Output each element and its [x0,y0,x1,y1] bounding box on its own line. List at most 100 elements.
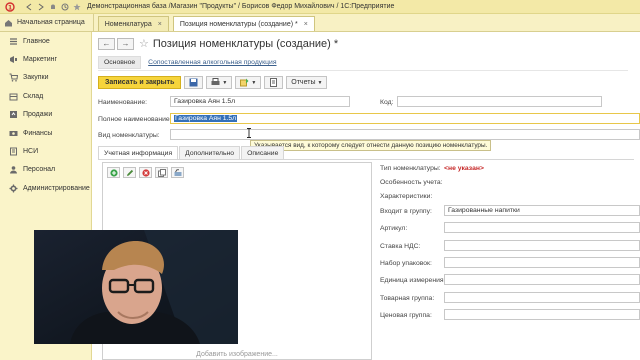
code-label: Код: [380,99,394,106]
tab-alcohol-products[interactable]: Сопоставленная алкогольная продукция [143,56,281,69]
kind-field[interactable] [170,129,640,140]
article-field[interactable] [444,222,640,233]
pencil-icon [126,169,133,176]
close-icon[interactable]: × [158,21,162,28]
price-group-field[interactable] [444,309,640,320]
tab-accounting-info[interactable]: Учетная информация [98,146,179,159]
sidebar-item-marketing[interactable]: Маркетинг [0,50,91,68]
vat-field[interactable] [444,240,640,251]
article-label: Артикул: [380,225,408,232]
packages-field[interactable] [444,257,640,268]
sidebar-item-label: Склад [23,92,44,100]
sales-icon [8,110,18,120]
sidebar-item-main[interactable]: Главное [0,32,91,50]
window-title: Демонстрационная база /Магазин "Продукты… [87,3,395,10]
presenter-video-image [34,230,238,344]
sidebar-item-label: Финансы [23,129,53,137]
delete-icon [141,168,150,177]
goods-group-field[interactable] [444,292,640,303]
sidebar-item-label: Администрирование [23,184,90,192]
type-value[interactable]: <не указан> [444,165,484,172]
page-title: Позиция номенклатуры (создание) * [152,37,339,50]
create-based-on-button[interactable]: ▼ [235,76,262,89]
name-field[interactable]: Газировка Аян 1.5л [170,96,350,107]
home-tab[interactable]: Начальная страница [0,14,94,31]
vat-label: Ставка НДС: [380,243,421,250]
group-label: Входит в группу: [380,208,432,215]
tab-additional[interactable]: Дополнительно [179,146,241,159]
scanner-icon [174,168,181,176]
back-arrow-icon[interactable] [24,2,33,11]
unit-field[interactable] [444,274,640,285]
sidebar-item-admin[interactable]: Администрирование [0,179,91,197]
unit-label: Единица измерения: [380,277,446,284]
favorite-star-icon[interactable]: ☆ [139,37,149,50]
admin-icon [8,183,18,193]
forward-arrow-icon[interactable] [36,2,45,11]
tab-main[interactable]: Основное [98,56,142,69]
sidebar-item-label: Главное [23,37,50,45]
print-button[interactable]: ▼ [206,76,233,89]
marketing-icon [8,55,18,65]
reports-dropdown[interactable]: Отчеты ▼ [286,76,328,89]
reference-icon [8,147,18,157]
copy-image-button[interactable] [155,167,168,178]
packages-label: Набор упаковок: [380,260,432,267]
close-icon[interactable]: × [304,21,308,28]
history-icon[interactable] [60,2,69,11]
name-label: Наименование: [98,99,148,106]
sidebar-item-finance[interactable]: Финансы [0,124,91,142]
title-bar: 1 Демонстрационная база /Магазин "Продук… [0,0,640,14]
delete-image-button[interactable] [139,167,152,178]
sidebar-item-purchases[interactable]: Закупки [0,69,91,87]
staff-icon [8,165,18,175]
code-field[interactable] [397,96,602,107]
back-button[interactable]: ← [98,37,115,50]
open-windows-bar: Начальная страница Номенклатура × Позици… [0,14,640,32]
group-field[interactable]: Газированные напитки [444,205,640,216]
save-button[interactable] [184,76,204,89]
divider [98,159,634,160]
type-label: Тип номенклатуры: [380,165,441,172]
tooltip-text: Указывается вид, к которому следует отне… [254,142,488,149]
tab-nomenclature[interactable]: Номенклатура × [97,16,169,31]
save-icon [189,78,198,87]
forward-button[interactable]: → [117,37,134,50]
edit-image-button[interactable] [123,167,136,178]
copy-icon [157,168,166,177]
menu-icon [8,36,18,46]
attached-files-button[interactable] [264,76,284,89]
full-name-field[interactable]: Газировка Аян 1.5л [170,113,640,124]
name-value: Газировка Аян 1.5л [174,98,236,105]
characteristics-label: Характеристики: [380,193,433,200]
sidebar-item-warehouse[interactable]: Склад [0,87,91,105]
divider [98,70,628,71]
sidebar-item-label: Персонал [23,166,56,174]
tab-label: Позиция номенклатуры (создание) * [179,20,298,28]
home-icon [5,19,12,26]
add-image-button[interactable] [107,167,120,178]
sidebar-item-label: Закупки [23,74,49,82]
full-name-label: Полное наименование: [98,116,172,123]
sidebar-item-sales[interactable]: Продажи [0,106,91,124]
save-and-close-button[interactable]: Записать и закрыть [98,76,182,89]
1c-logo-icon: 1 [4,1,20,13]
scan-image-button[interactable] [171,167,184,178]
price-group-label: Ценовая группа: [380,312,432,319]
sidebar-item-reference[interactable]: НСИ [0,142,91,160]
star-icon[interactable] [72,2,81,11]
reports-label: Отчеты [291,79,316,86]
tab-nomenclature-item-create[interactable]: Позиция номенклатуры (создание) * × [172,16,315,31]
add-icon [109,168,118,177]
bell-icon[interactable] [48,2,57,11]
add-image-link[interactable]: Добавить изображение... [103,351,371,358]
create-based-icon [240,78,249,87]
goods-group-label: Товарная группа: [380,295,435,302]
sidebar-item-staff[interactable]: Персонал [0,161,91,179]
tooltip: Указывается вид, к которому следует отне… [250,140,492,151]
printer-icon [211,78,220,85]
tab-description[interactable]: Описание [241,146,285,159]
finance-icon [8,128,18,138]
sidebar-item-label: НСИ [23,148,39,156]
full-name-value: Газировка Аян 1.5л [174,115,238,122]
